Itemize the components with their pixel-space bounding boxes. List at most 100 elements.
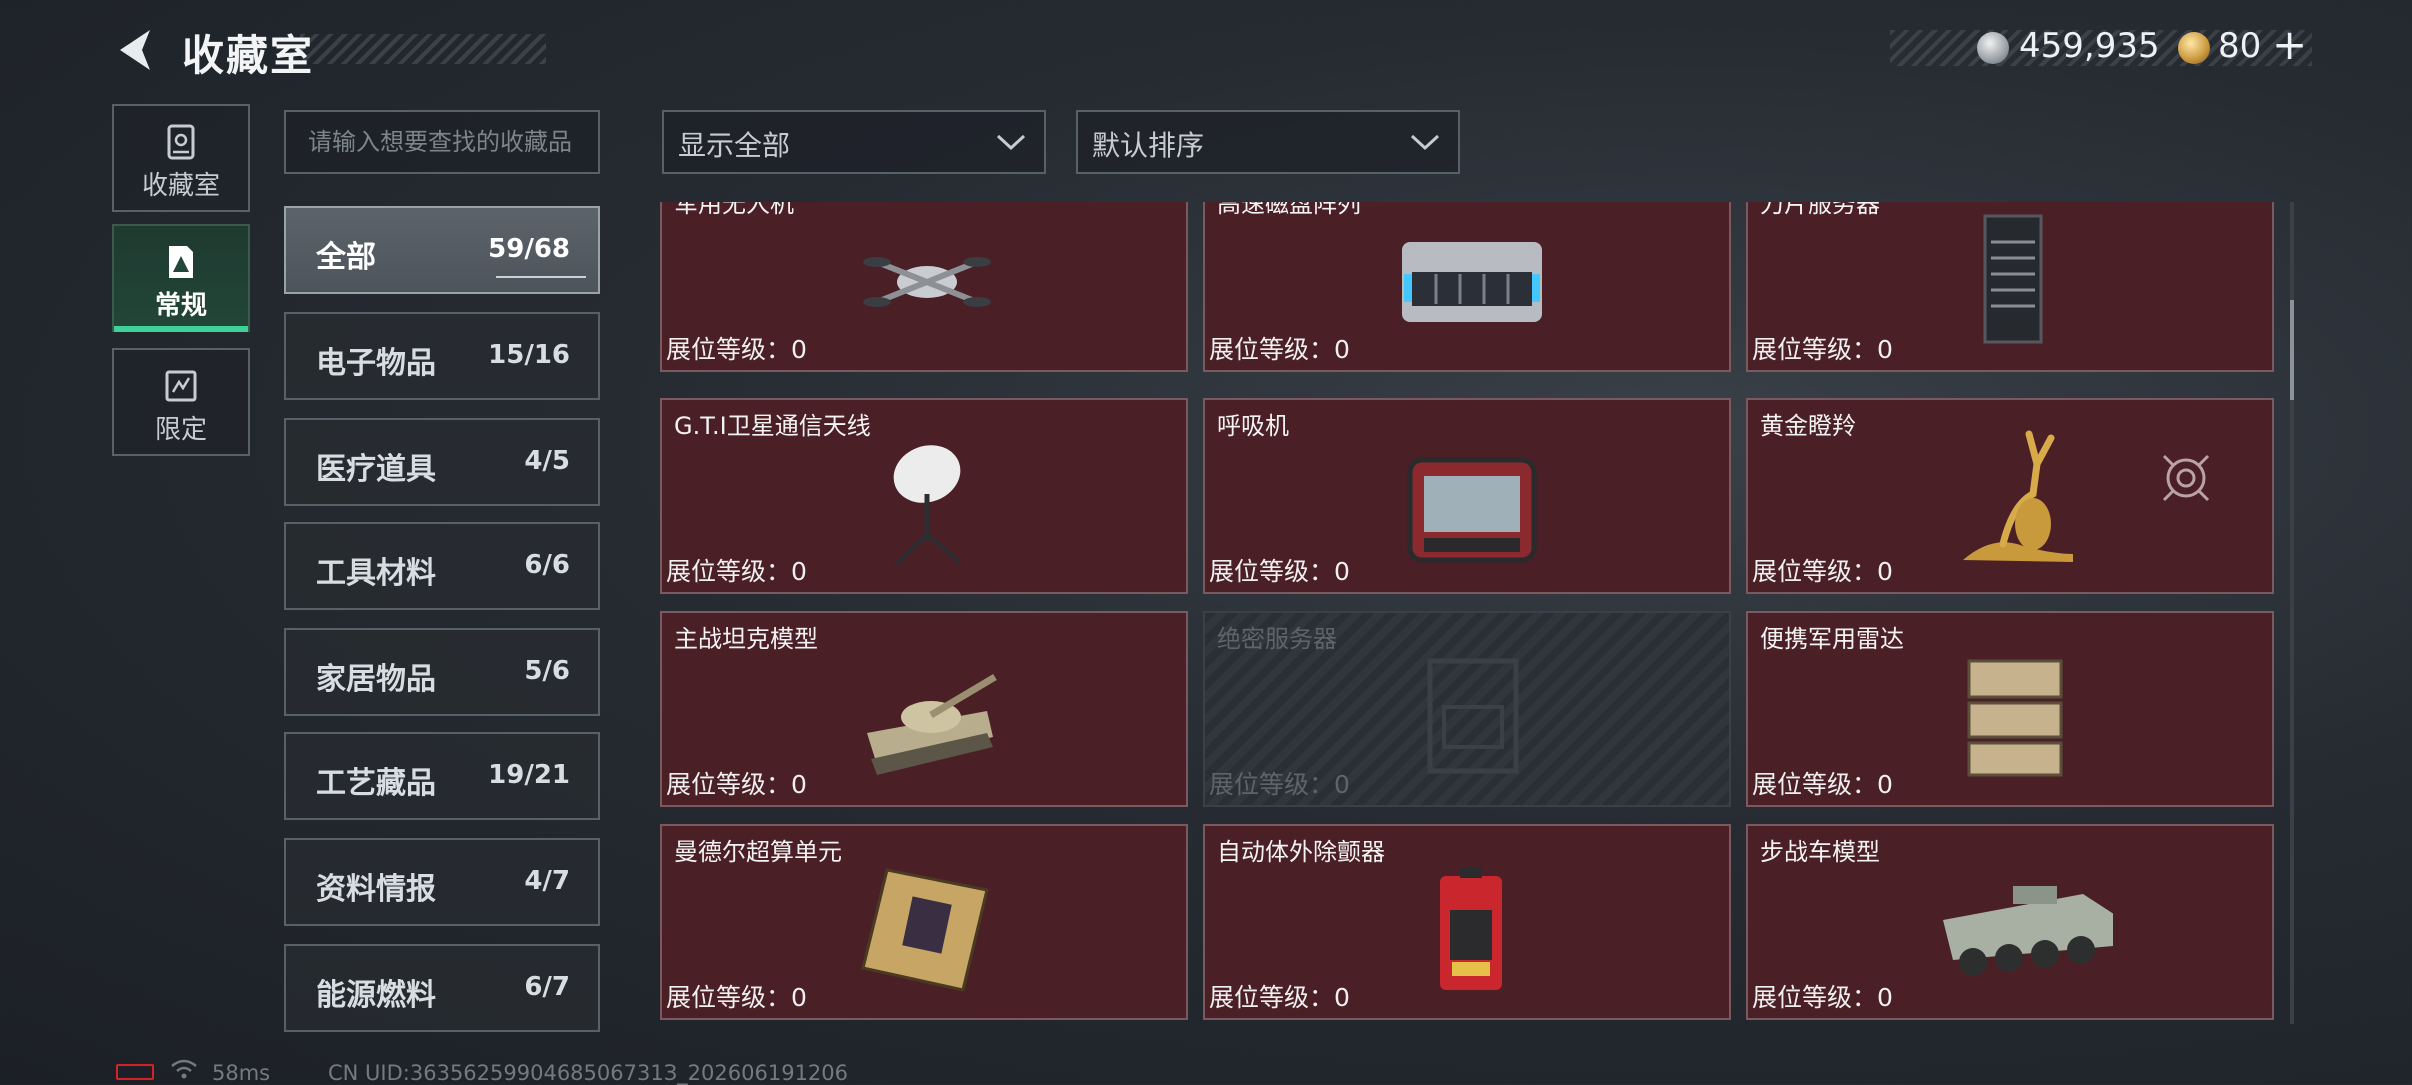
- sort-dropdown[interactable]: 默认排序: [1076, 110, 1460, 174]
- item-level: 展位等级：0: [1209, 770, 1350, 799]
- target-mark-icon[interactable]: [2160, 452, 2212, 504]
- item-level: 展位等级：0: [1209, 983, 1350, 1012]
- item-level: 展位等级：0: [1752, 557, 1893, 586]
- category-household[interactable]: 家居物品 5/6: [284, 628, 600, 716]
- battery-icon: [116, 1064, 154, 1080]
- item-card-portable-radar[interactable]: 便携军用雷达 展位等级：0: [1746, 611, 2274, 807]
- display-filter-value: 显示全部: [678, 129, 791, 162]
- uid-text: CN UID:3635625990468506731З_202606191206: [328, 1061, 849, 1085]
- ifv-model-icon: [1943, 886, 2113, 976]
- category-electronics[interactable]: 电子物品 15/16: [284, 312, 600, 400]
- item-card-blade-server[interactable]: 刀片服务器 展位等级：0: [1746, 202, 2274, 372]
- category-name: 医疗道具: [316, 452, 436, 487]
- disk-array-icon: [1402, 242, 1542, 322]
- category-crafts[interactable]: 工艺藏品 19/21: [284, 732, 600, 820]
- item-level: 展位等级：0: [666, 983, 807, 1012]
- item-card-ifv-model[interactable]: 步战车模型 展位等级：0: [1746, 824, 2274, 1020]
- category-tools[interactable]: 工具材料 6/6: [284, 522, 600, 610]
- category-count: 15/16: [488, 340, 570, 370]
- item-card-aed[interactable]: 自动体外除颤器 展位等级：0: [1203, 824, 1731, 1020]
- silver-amount: 459,935: [2019, 26, 2160, 66]
- item-name: 呼吸机: [1217, 412, 1289, 440]
- nav-label: 限定: [154, 415, 207, 445]
- item-card-disk-array[interactable]: 高速磁盘阵列 展位等级：0: [1203, 202, 1731, 372]
- item-level: 展位等级：0: [666, 770, 807, 799]
- nav-label: 常规: [154, 291, 207, 321]
- category-name: 电子物品: [316, 346, 436, 381]
- category-intel[interactable]: 资料情报 4/7: [284, 838, 600, 926]
- item-card-golden-gazelle[interactable]: 黄金瞪羚 展位等级：0: [1746, 398, 2274, 594]
- category-energy[interactable]: 能源燃料 6/7: [284, 944, 600, 1032]
- item-name: G.T.I卫星通信天线: [674, 412, 871, 440]
- item-name: 高速磁盘阵列: [1217, 202, 1361, 218]
- item-card-military-drone[interactable]: 军用无人机 展位等级：0: [660, 202, 1188, 372]
- category-count: 5/6: [524, 656, 570, 686]
- item-level: 展位等级：0: [1209, 557, 1350, 586]
- back-arrow-icon[interactable]: [112, 26, 156, 74]
- nav-collection-room[interactable]: 收藏室: [112, 104, 250, 212]
- regular-icon: [169, 246, 193, 278]
- item-card-ventilator[interactable]: 呼吸机 展位等级：0: [1203, 398, 1731, 594]
- item-level: 展位等级：0: [666, 557, 807, 586]
- item-name: 步战车模型: [1760, 838, 1880, 866]
- scrollbar-thumb[interactable]: [2290, 300, 2294, 400]
- limited-icon: [165, 370, 197, 402]
- supercomputer-unit-icon: [861, 868, 989, 992]
- item-card-mandel-supercomputer[interactable]: 曼德尔超算单元 展位等级：0: [660, 824, 1188, 1020]
- item-name: 便携军用雷达: [1760, 625, 1904, 653]
- chevron-down-icon: [996, 134, 1026, 151]
- item-card-topsecret-server[interactable]: 绝密服务器 展位等级：0: [1203, 611, 1731, 807]
- ping-text: 58ms: [212, 1061, 271, 1085]
- sort-value: 默认排序: [1092, 129, 1205, 162]
- display-filter-dropdown[interactable]: 显示全部: [662, 110, 1046, 174]
- category-all[interactable]: 全部 59/68: [284, 206, 600, 294]
- item-name: 军用无人机: [674, 202, 794, 218]
- nav-label: 收藏室: [141, 171, 220, 201]
- category-count: 6/7: [524, 972, 570, 1002]
- category-name: 能源燃料: [316, 978, 436, 1013]
- item-name: 主战坦克模型: [674, 625, 818, 653]
- category-medical[interactable]: 医疗道具 4/5: [284, 418, 600, 506]
- nav-regular[interactable]: 常规: [112, 224, 250, 332]
- chevron-down-icon: [1410, 134, 1440, 151]
- drone-icon: [863, 257, 991, 307]
- item-name: 曼德尔超算单元: [674, 838, 842, 866]
- search-input[interactable]: [286, 112, 598, 172]
- category-name: 家居物品: [316, 662, 436, 697]
- item-name: 自动体外除颤器: [1217, 838, 1385, 866]
- topsecret-server-icon: [1427, 658, 1519, 774]
- category-count: 59/68: [488, 234, 570, 264]
- add-currency-button[interactable]: +: [2272, 20, 2307, 69]
- blade-server-icon: [1983, 214, 2043, 344]
- item-level: 展位等级：0: [666, 335, 807, 364]
- item-card-tank-model[interactable]: 主战坦克模型 展位等级：0: [660, 611, 1188, 807]
- category-count: 4/5: [524, 446, 570, 476]
- gold-coin-icon: [2178, 32, 2210, 64]
- item-level: 展位等级：0: [1752, 335, 1893, 364]
- ventilator-icon: [1407, 457, 1537, 563]
- item-name: 绝密服务器: [1217, 625, 1337, 653]
- page-title: 收藏室: [182, 31, 315, 80]
- wifi-icon: [171, 1059, 197, 1079]
- golden-gazelle-icon: [1963, 430, 2073, 562]
- item-level: 展位等级：0: [1209, 335, 1350, 364]
- category-count: 4/7: [524, 866, 570, 896]
- category-count: 6/6: [524, 550, 570, 580]
- search-box[interactable]: [284, 110, 600, 174]
- collection-grid: 军用无人机 展位等级：0 高速磁盘阵列 展位等级：0 刀片服务器 展位等级：0 …: [660, 202, 2274, 1024]
- collection-room-icon: [167, 124, 195, 160]
- portable-radar-icon: [1967, 659, 2063, 777]
- item-level: 展位等级：0: [1752, 770, 1893, 799]
- nav-limited[interactable]: 限定: [112, 348, 250, 456]
- category-name: 工艺藏品: [316, 766, 436, 801]
- item-card-satellite-antenna[interactable]: G.T.I卫星通信天线 展位等级：0: [660, 398, 1188, 594]
- category-name: 工具材料: [316, 556, 436, 591]
- silver-coin-icon: [1977, 32, 2009, 64]
- item-level: 展位等级：0: [1752, 983, 1893, 1012]
- satellite-antenna-icon: [893, 445, 961, 566]
- category-name: 资料情报: [316, 872, 436, 907]
- category-name: 全部: [316, 240, 376, 275]
- gold-amount: 80: [2218, 26, 2262, 66]
- title-decoration: [300, 34, 546, 64]
- tank-model-icon: [867, 673, 997, 775]
